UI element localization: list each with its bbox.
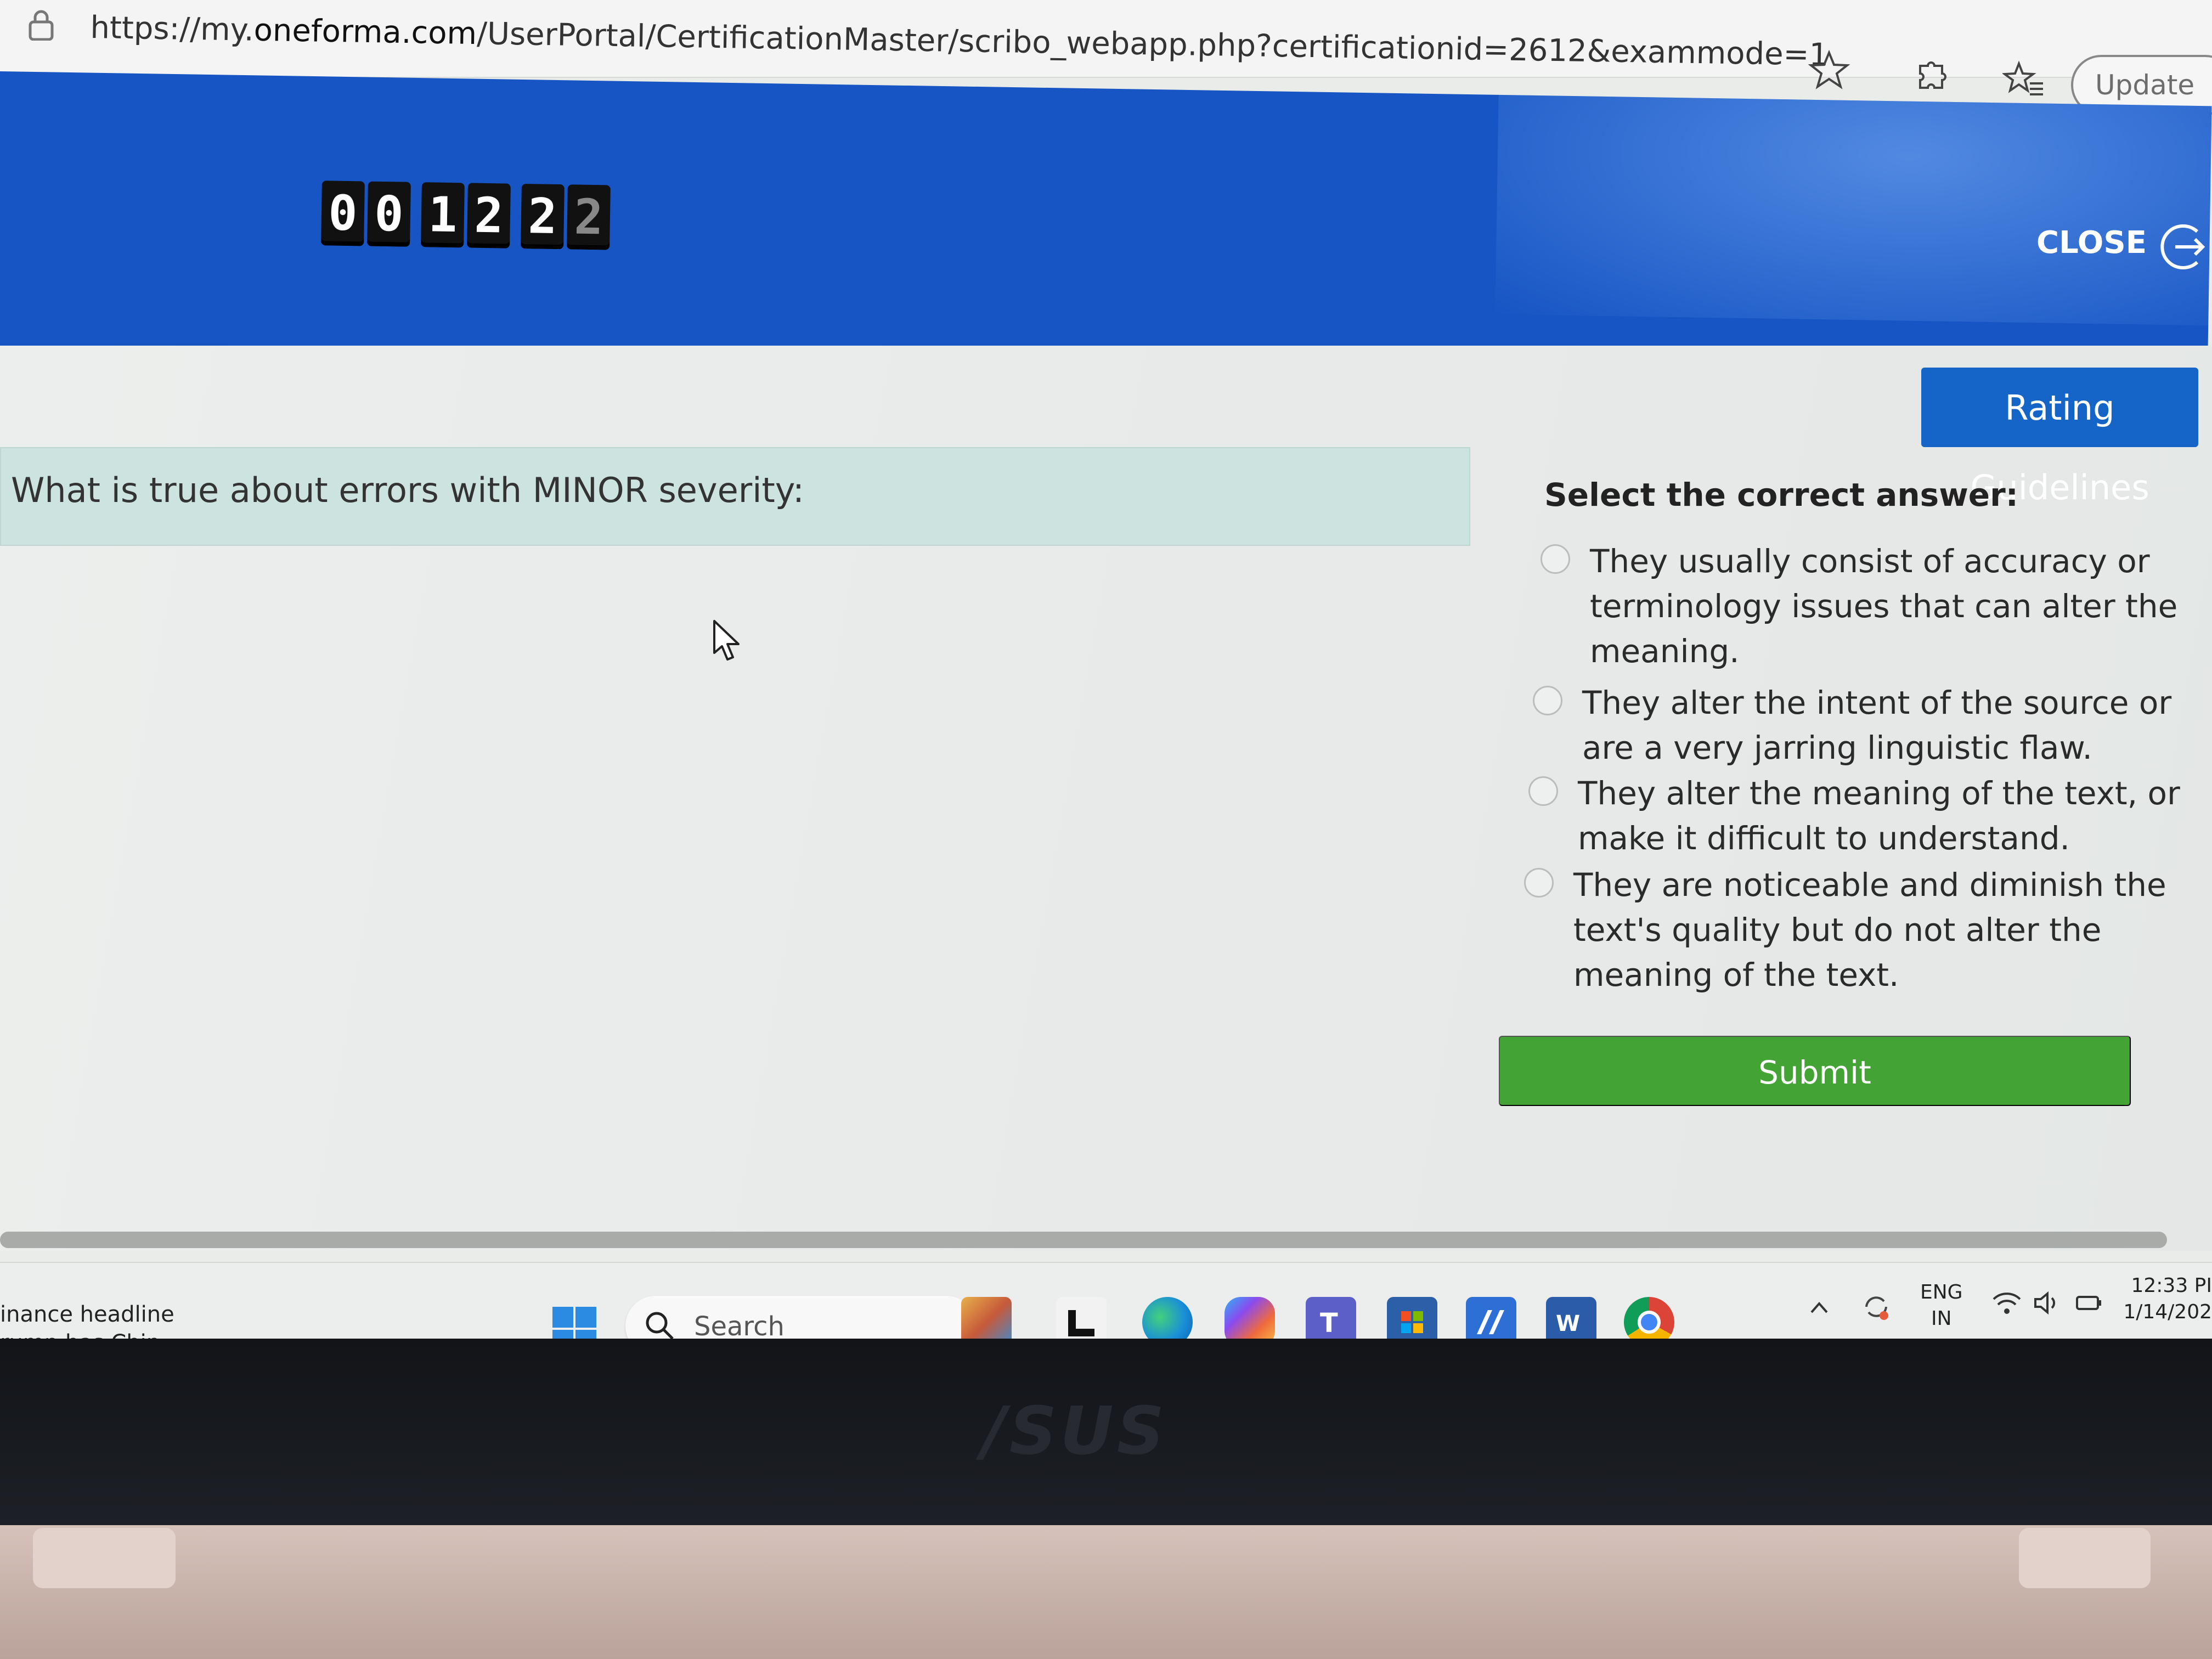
radio-button[interactable]	[1528, 776, 1558, 806]
laptop-chassis	[0, 1525, 2212, 1659]
url-path: /UserPortal/CertificationMaster/scribo_w…	[476, 16, 1829, 73]
language-region: IN	[1931, 1307, 1952, 1330]
search-label: Search	[694, 1311, 785, 1339]
chrome-icon[interactable]	[1624, 1297, 1674, 1339]
timer-digit: 0	[367, 181, 411, 247]
browser-address-bar[interactable]: https://my.oneforma.com/UserPortal/Certi…	[0, 0, 2212, 115]
close-exam-link[interactable]: CLOSE	[2036, 225, 2147, 261]
url-prefix: https://my.	[89, 10, 255, 48]
radio-button[interactable]	[1524, 868, 1554, 898]
mouse-cursor-icon	[713, 620, 740, 661]
exam-header-banner: 0 0 1 2 2 2	[0, 71, 2212, 381]
horizontal-scrollbar[interactable]	[0, 1232, 2167, 1248]
word-icon[interactable]: W	[1546, 1297, 1596, 1339]
timer-digit: 2	[567, 184, 611, 250]
url-host: oneforma.com	[253, 12, 477, 52]
taskbar-search-box[interactable]	[625, 1296, 977, 1339]
windows-start-icon[interactable]	[551, 1306, 597, 1339]
laptop-hinge	[33, 1528, 176, 1588]
sync-icon[interactable]	[1860, 1290, 1893, 1323]
radio-button[interactable]	[1533, 686, 1562, 715]
mya-icon[interactable]	[1466, 1297, 1516, 1339]
news-headline: inance headline	[0, 1302, 174, 1327]
windows-store-cube-icon[interactable]	[961, 1297, 1012, 1339]
favorites-list-icon[interactable]	[2002, 59, 2045, 102]
language-indicator[interactable]: ENG IN	[1920, 1279, 1963, 1332]
answer-option-text: They alter the meaning of the text, or m…	[1578, 775, 2180, 857]
l-app-icon[interactable]	[1056, 1297, 1107, 1339]
update-label: Update	[2095, 69, 2195, 101]
copilot-icon[interactable]	[1224, 1297, 1275, 1339]
lock-icon	[29, 10, 54, 41]
clock-date: 1/14/202	[2123, 1301, 2212, 1323]
language-code: ENG	[1920, 1281, 1963, 1304]
answer-option-text: They alter the intent of the source or a…	[1582, 684, 2172, 766]
wifi-icon[interactable]	[1991, 1289, 2022, 1317]
clock[interactable]: 12:33 PI 1/14/202	[2118, 1273, 2212, 1325]
answer-heading: Select the correct answer:	[1544, 476, 2018, 514]
exit-arrow-icon[interactable]	[2159, 219, 2212, 274]
radio-button[interactable]	[1541, 544, 1570, 574]
question-panel: What is true about errors with MINOR sev…	[0, 447, 1470, 546]
question-text: What is true about errors with MINOR sev…	[11, 470, 804, 510]
answer-option-text: They usually consist of accuracy or term…	[1590, 543, 2178, 670]
svg-text:T: T	[1320, 1308, 1338, 1339]
timer-digit: 2	[467, 183, 511, 249]
laptop-hinge	[2019, 1528, 2151, 1588]
chevron-up-icon[interactable]	[1808, 1299, 1830, 1316]
search-icon	[646, 1312, 674, 1339]
submit-button[interactable]: Submit	[1499, 1036, 2131, 1106]
timer-digit: 1	[421, 182, 465, 248]
rating-guidelines-button[interactable]: Rating Guidelines	[1921, 368, 2198, 507]
extensions-puzzle-icon[interactable]	[1909, 55, 1952, 98]
timer-digit: 0	[321, 180, 365, 246]
countdown-timer: 0 0 1 2 2 2	[321, 180, 614, 250]
favorite-star-icon[interactable]	[1808, 48, 1850, 91]
banner-highlight	[1495, 71, 2212, 328]
battery-icon[interactable]	[2074, 1289, 2104, 1317]
microsoft-store-icon[interactable]	[1387, 1297, 1437, 1339]
volume-icon[interactable]	[2032, 1289, 2063, 1317]
news-subline: rump has Chin...	[0, 1329, 181, 1339]
clock-time: 12:33 PI	[2131, 1274, 2212, 1297]
url-text[interactable]: https://my.oneforma.com/UserPortal/Certi…	[90, 10, 1829, 73]
svg-text:W: W	[1556, 1311, 1580, 1336]
timer-digit: 2	[521, 183, 565, 250]
laptop-brand-logo: /SUS	[982, 1393, 1168, 1470]
news-widget[interactable]: inance headline rump has Chin...	[0, 1300, 181, 1339]
screen: https://my.oneforma.com/UserPortal/Certi…	[0, 0, 2212, 1339]
teams-icon[interactable]: T	[1306, 1297, 1356, 1339]
answer-option-text: They are noticeable and diminish the tex…	[1573, 866, 2166, 994]
